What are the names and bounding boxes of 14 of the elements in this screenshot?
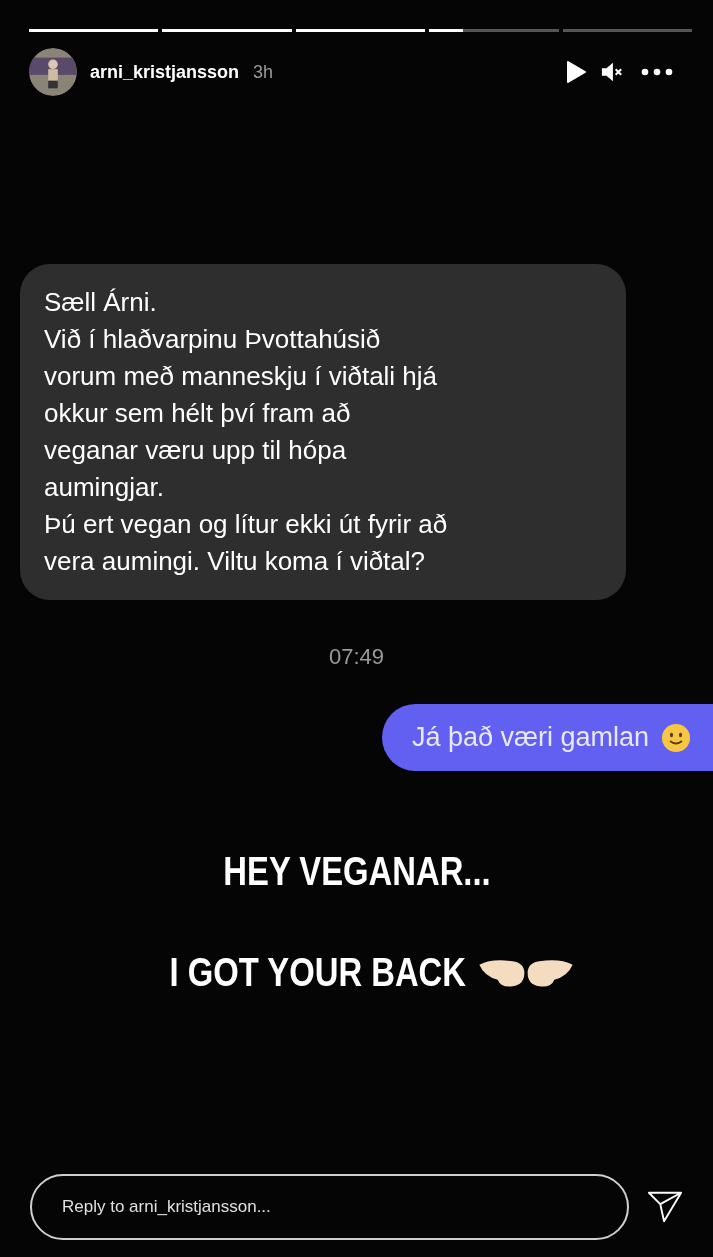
post-time: 3h bbox=[253, 61, 274, 83]
received-message: Sæll Árni. Við í hlaðvarpinu Þvottahúsið vorum með manneskju í viðtali hjá okkur sem hélt því fram að veganar væru upp til hópa aumingjar. Þú ert vegan og lítur ekki út fyrir að vera aumingi. Viltu koma í viðtal? bbox=[20, 264, 626, 600]
message-text: Já það væri gamlan bbox=[411, 722, 649, 753]
muted-speaker-icon[interactable] bbox=[601, 61, 623, 83]
username[interactable]: arni_kristjansson bbox=[90, 61, 240, 83]
story-caption: I GOT YOUR BACK bbox=[169, 950, 466, 995]
send-icon[interactable] bbox=[647, 1189, 683, 1225]
avatar[interactable] bbox=[29, 48, 77, 96]
more-options-icon[interactable] bbox=[641, 68, 673, 76]
smiley-icon bbox=[661, 722, 691, 753]
reply-field[interactable]: Reply to arni_kristjansson... bbox=[30, 1174, 629, 1240]
play-icon[interactable] bbox=[565, 61, 587, 83]
message-timestamp: 07:49 bbox=[327, 644, 386, 670]
story-caption: HEY VEGANAR... bbox=[222, 849, 491, 894]
